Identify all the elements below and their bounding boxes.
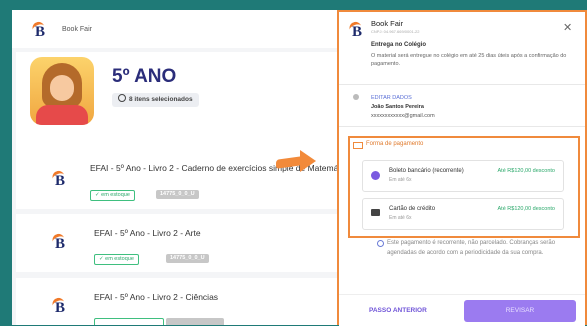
info-icon	[377, 240, 384, 247]
item-code-badge: 14775_0_0_U	[156, 190, 199, 199]
stock-badge: ✓ em estoque	[94, 254, 139, 265]
item-title: EFAI - 5º Ano - Livro 2 - Caderno de exe…	[90, 163, 352, 173]
previous-step-button[interactable]: PASSO ANTERIOR	[369, 307, 427, 314]
option-installments: Em até 6x	[389, 215, 412, 221]
item-code-badge	[166, 318, 224, 325]
boleto-icon	[371, 171, 380, 180]
item-title: EFAI - 5º Ano - Livro 2 - Ciências	[94, 292, 219, 302]
highlight-arrow-icon	[276, 150, 318, 172]
divider	[339, 84, 585, 85]
book-logo-icon: B	[50, 232, 70, 252]
selected-items-label: 8 itens selecionados	[129, 96, 193, 103]
item-code-badge: 14775_0_0_U	[166, 254, 209, 263]
option-installments: Em até 6x	[389, 177, 412, 183]
payment-section: Forma de pagamento Boleto bancário (reco…	[348, 136, 580, 238]
edit-data-link[interactable]: EDITAR DADOS	[371, 95, 412, 101]
payment-option-boleto[interactable]: Boleto bancário (recorrente) Em até 6x A…	[362, 160, 564, 192]
payment-option-credit-card[interactable]: Cartão de crédito Em até 6x Até R$120,00…	[362, 198, 564, 230]
user-name: João Santos Pereira	[371, 104, 424, 110]
delivery-text: O material será entregue no colégio em a…	[371, 53, 567, 67]
grade-header: 5º ANO 8 itens selecionados	[16, 52, 351, 162]
option-name: Cartão de crédito	[389, 206, 436, 212]
grade-title: 5º ANO	[112, 66, 177, 87]
option-discount: Até R$120,00 desconto	[497, 206, 556, 212]
checkout-panel: B Book Fair CNPJ: 04.967.669/0001-22 ✕ E…	[337, 10, 587, 326]
option-discount: Até R$120,00 desconto	[497, 168, 556, 174]
book-fair-logo-icon: B	[347, 20, 367, 40]
stock-badge: ✓ em estoque	[90, 190, 135, 201]
payment-icon	[353, 142, 363, 149]
recurring-payment-note: Este pagamento é recorrente, não parcela…	[387, 240, 556, 256]
list-item[interactable]: B EFAI - 5º Ano - Livro 2 - Arte ✓ em es…	[16, 214, 351, 272]
item-title: EFAI - 5º Ano - Livro 2 - Arte	[94, 228, 201, 238]
review-button[interactable]: REVISAR	[464, 300, 576, 322]
list-item[interactable]: B EFAI - 5º Ano - Livro 2 - Ciências	[16, 278, 351, 325]
delivery-heading: Entrega no Colégio	[371, 42, 427, 48]
brand-name: Book Fair	[62, 26, 92, 33]
panel-title: Book Fair	[371, 19, 404, 28]
check-circle-icon	[118, 94, 126, 102]
book-logo-icon: B	[50, 169, 70, 189]
panel-footer: PASSO ANTERIOR REVISAR	[339, 294, 585, 326]
stock-badge	[94, 318, 164, 325]
user-email: xxxxxxxxxxxx@gmail.com	[371, 113, 435, 119]
option-name: Boleto bancário (recorrente)	[389, 168, 464, 174]
user-icon	[353, 94, 359, 100]
close-icon[interactable]: ✕	[563, 21, 572, 34]
panel-subtitle: CNPJ: 04.967.669/0001-22	[371, 29, 420, 34]
divider	[339, 126, 585, 127]
payment-heading: Forma de pagamento	[366, 141, 424, 147]
student-avatar	[30, 57, 94, 125]
credit-card-icon	[371, 209, 380, 216]
selected-items-badge[interactable]: 8 itens selecionados	[112, 93, 199, 107]
book-fair-logo-icon: B	[30, 20, 50, 40]
book-logo-icon: B	[50, 296, 70, 316]
